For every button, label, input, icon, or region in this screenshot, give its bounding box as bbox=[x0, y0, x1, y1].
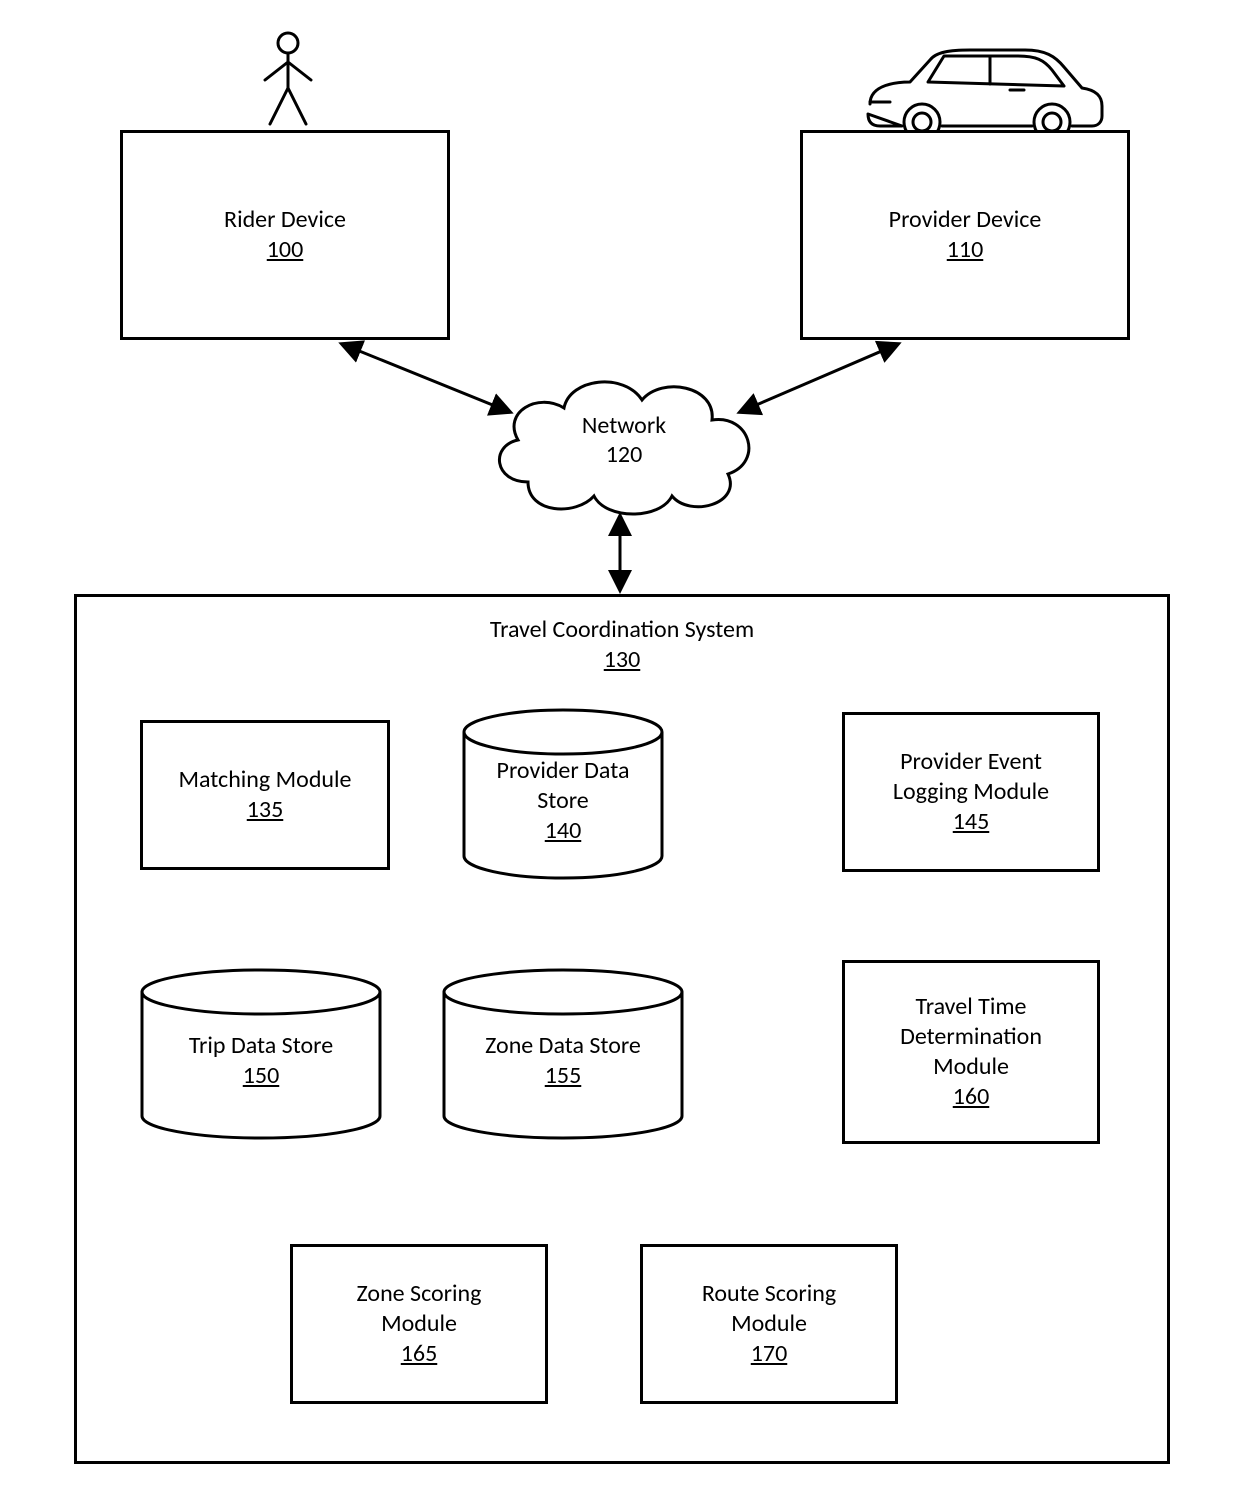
zone-scoring-box: Zone Scoring Module 165 bbox=[290, 1244, 548, 1404]
system-title-block: Travel Coordination System 130 bbox=[77, 615, 1167, 675]
route-scoring-l2: Module bbox=[731, 1309, 807, 1339]
rider-device-label: Rider Device bbox=[224, 205, 346, 235]
travel-time-module-box: Travel Time Determination Module 160 bbox=[842, 960, 1100, 1144]
zone-scoring-l1: Zone Scoring bbox=[357, 1279, 482, 1309]
network-label: Network bbox=[582, 412, 666, 441]
provider-event-logging-l1: Provider Event bbox=[900, 747, 1042, 777]
system-ref: 130 bbox=[77, 645, 1167, 675]
provider-device-label: Provider Device bbox=[889, 205, 1042, 235]
person-icon bbox=[253, 30, 323, 137]
provider-device-box: Provider Device 110 bbox=[800, 130, 1130, 340]
network-ref: 120 bbox=[582, 441, 666, 470]
provider-data-store-l2: Store bbox=[497, 786, 630, 816]
travel-time-l3: Module bbox=[933, 1052, 1009, 1082]
provider-data-store-l1: Provider Data bbox=[497, 756, 630, 786]
zone-scoring-l2: Module bbox=[381, 1309, 457, 1339]
rider-device-ref: 100 bbox=[267, 235, 304, 265]
zone-data-store-label: Zone Data Store bbox=[485, 1031, 641, 1061]
route-scoring-box: Route Scoring Module 170 bbox=[640, 1244, 898, 1404]
route-scoring-l1: Route Scoring bbox=[702, 1279, 836, 1309]
network-text: Network 120 bbox=[582, 412, 666, 470]
provider-event-logging-box: Provider Event Logging Module 145 bbox=[842, 712, 1100, 872]
system-label: Travel Coordination System bbox=[77, 615, 1167, 645]
matching-module-box: Matching Module 135 bbox=[140, 720, 390, 870]
diagram-canvas: Rider Device 100 Provider Device 110 Net… bbox=[0, 0, 1240, 1504]
route-scoring-ref: 170 bbox=[751, 1339, 788, 1369]
zone-scoring-ref: 165 bbox=[401, 1339, 438, 1369]
provider-event-logging-ref: 145 bbox=[953, 807, 990, 837]
provider-event-logging-l2: Logging Module bbox=[893, 777, 1049, 807]
matching-module-ref: 135 bbox=[247, 795, 284, 825]
zone-data-store-ref: 155 bbox=[485, 1061, 641, 1091]
trip-data-store-cylinder: Trip Data Store 150 bbox=[136, 968, 386, 1140]
network-cloud: Network 120 bbox=[484, 364, 764, 520]
rider-device-box: Rider Device 100 bbox=[120, 130, 450, 340]
provider-data-store-ref: 140 bbox=[497, 816, 630, 846]
travel-time-l2: Determination bbox=[900, 1022, 1042, 1052]
matching-module-label: Matching Module bbox=[179, 765, 352, 795]
provider-data-store-cylinder: Provider Data Store 140 bbox=[458, 708, 668, 880]
trip-data-store-label: Trip Data Store bbox=[189, 1031, 333, 1061]
travel-time-l1: Travel Time bbox=[916, 992, 1027, 1022]
zone-data-store-cylinder: Zone Data Store 155 bbox=[438, 968, 688, 1140]
provider-device-ref: 110 bbox=[947, 235, 984, 265]
trip-data-store-ref: 150 bbox=[189, 1061, 333, 1091]
travel-time-ref: 160 bbox=[953, 1082, 990, 1112]
